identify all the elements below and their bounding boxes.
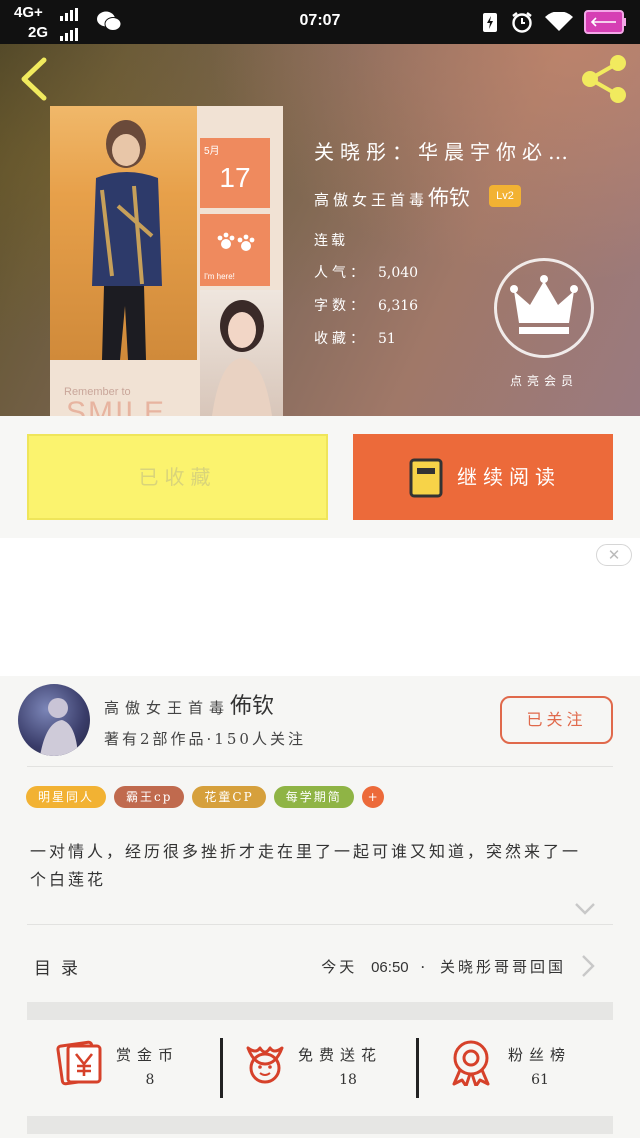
latest-update: 今天 06:50 · 关晓彤哥哥回国 [321, 956, 566, 977]
free-flower-stat[interactable]: 免费送花 18 [224, 1024, 416, 1114]
author-card-name[interactable]: 高傲女王首毒佈钦 [104, 688, 274, 720]
update-day: 今天 [321, 958, 358, 976]
book-cover[interactable]: 5月 17 I'm here! Remember to SMILE [50, 106, 283, 416]
cover-figure-image [92, 120, 162, 360]
battery-icon [584, 10, 626, 34]
section-separator [27, 1116, 613, 1134]
reward-coins-label: 赏金币 [116, 1046, 180, 1064]
divider [220, 1038, 223, 1098]
word-count-label: 字数： [314, 298, 368, 314]
avatar[interactable] [18, 684, 90, 756]
cover-smile-text: SMILE [66, 396, 167, 416]
fan-rank-value: 61 [531, 1072, 549, 1088]
book-icon [409, 458, 443, 498]
vip-label: 点亮会员 [509, 374, 578, 388]
popularity-value: 5,040 [378, 265, 419, 281]
reward-coins-value: 8 [145, 1072, 155, 1088]
author-section: 高傲女王首毒佈钦 著有2部作品·150人关注 已关注 明星同人 霸王cp 花童C… [0, 676, 640, 1138]
continue-reading-button[interactable]: 继续阅读 [353, 434, 613, 520]
chevron-down-icon[interactable] [574, 902, 596, 916]
chevron-right-icon [582, 955, 595, 977]
share-icon[interactable] [578, 54, 630, 104]
book-title: 关晓彤：华晨宇你必… [314, 140, 574, 164]
cover-paw-tile: I'm here! [200, 214, 270, 286]
word-count-stat: 字数： 6,316 [314, 295, 418, 315]
vip-crown-button[interactable] [494, 258, 594, 358]
popularity-label: 人气： [314, 265, 368, 281]
tag-item[interactable]: 花童CP [192, 786, 266, 808]
free-flower-value: 18 [339, 1072, 357, 1088]
fan-rank-label: 粉丝榜 [508, 1046, 572, 1064]
fan-rank-stat[interactable]: 粉丝榜 61 [420, 1024, 620, 1114]
favorites-label: 收藏： [314, 331, 368, 347]
cover-day: 17 [219, 162, 251, 193]
update-separator: · [420, 958, 429, 976]
paw-icon [217, 232, 255, 251]
serial-status: 连载 [314, 233, 348, 249]
book-author[interactable]: 高傲女王首毒佈钦 [314, 182, 470, 212]
add-to-shelf-button[interactable]: 已收藏 [27, 434, 328, 520]
favorites-value: 51 [378, 331, 396, 347]
author-card-name-text: 佈钦 [230, 694, 275, 719]
tag-item[interactable]: 霸王cp [114, 786, 185, 808]
reader-stats-row: 赏金币 8 免费送花 18 粉丝榜 61 [0, 1024, 640, 1114]
section-separator [27, 1002, 613, 1020]
popularity-stat: 人气： 5,040 [314, 262, 418, 282]
update-chapter: 关晓彤哥哥回国 [439, 958, 566, 976]
word-count-value: 6,316 [378, 298, 419, 314]
status-bar: 4G+ 2G 07:07 [0, 0, 640, 44]
ad-banner: ✕ [0, 538, 640, 676]
author-level-badge: Lv2 [489, 185, 521, 207]
divider [27, 924, 613, 925]
update-time: 06:50 [371, 959, 409, 976]
wifi-icon [545, 12, 573, 31]
divider [416, 1038, 419, 1098]
crown-icon [510, 275, 578, 334]
battery-charging-icon [483, 13, 497, 32]
red-envelope-yuan-icon [56, 1040, 102, 1086]
author-prefix: 高傲女王首毒 [314, 191, 429, 209]
tag-list: 明星同人 霸王cp 花童CP 每学期简 + [26, 786, 384, 808]
close-ad-button[interactable]: ✕ [596, 544, 632, 566]
author-card-prefix: 高傲女王首毒 [104, 699, 231, 717]
action-bar: 已收藏 继续阅读 [0, 416, 640, 538]
toc-label: 目录 [34, 959, 88, 979]
author-works-summary: 著有2部作品·150人关注 [104, 730, 306, 748]
author-name: 佈钦 [428, 186, 471, 210]
cover-month: 5月 [204, 146, 220, 157]
flower-icon [246, 1046, 284, 1084]
table-of-contents-row[interactable]: 目录 今天 06:50 · 关晓彤哥哥回国 [0, 930, 640, 1000]
tag-item[interactable]: 每学期简 [273, 786, 354, 808]
continue-reading-label: 继续阅读 [457, 465, 561, 489]
free-flower-label: 免费送花 [298, 1046, 383, 1064]
add-tag-button[interactable]: + [361, 786, 384, 808]
book-hero: 4G+ 2G 07:07 5月 17 I'm here! Remember to… [0, 0, 640, 416]
follow-button[interactable]: 已关注 [500, 696, 613, 744]
cover-calendar-tile: 5月 17 [200, 138, 270, 208]
favorites-stat: 收藏： 51 [314, 328, 396, 348]
alarm-icon [512, 12, 532, 33]
back-button[interactable] [14, 56, 54, 102]
divider [27, 766, 613, 767]
reward-coins-stat[interactable]: 赏金币 8 [0, 1024, 212, 1114]
tag-item[interactable]: 明星同人 [26, 786, 107, 808]
rosette-medal-icon [452, 1040, 490, 1086]
cover-tile-text: I'm here! [204, 272, 235, 281]
cover-portrait [200, 290, 283, 416]
book-introduction: 一对情人，经历很多挫折才走在里了一起可谁又知道，突然来了一个白莲花 [30, 842, 582, 889]
avatar-image [40, 698, 78, 756]
